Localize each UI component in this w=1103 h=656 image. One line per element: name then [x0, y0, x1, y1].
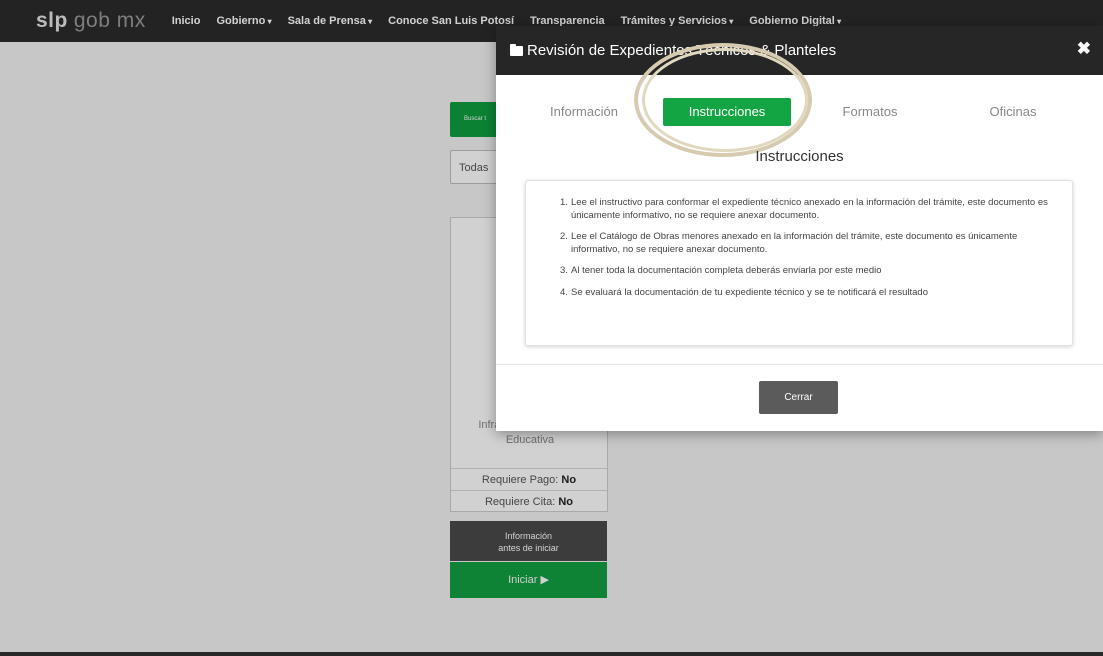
modal-footer-divider [496, 364, 1103, 365]
list-item-number: 1. [560, 197, 568, 208]
list-item: 4. Se evaluará la documentación de tu ex… [560, 287, 1050, 300]
close-button[interactable]: Cerrar [759, 381, 838, 414]
list-item-text: Lee el instructivo para conformar el exp… [571, 197, 1048, 221]
modal-title: Revisión de Expedientes Técnicos & Plant… [527, 42, 837, 59]
tab-instrucciones[interactable]: Instrucciones [663, 98, 791, 126]
instructions-list: 1. Lee el instructivo para conformar el … [560, 197, 1050, 308]
folder-icon [510, 43, 523, 56]
section-title: Instrucciones [755, 148, 844, 165]
list-item-number: 4. [560, 286, 568, 298]
close-icon[interactable]: ✖ [1077, 39, 1091, 59]
modal-tabs: Información Instrucciones Formatos Ofici… [496, 98, 1103, 128]
modal-header: Revisión de Expedientes Técnicos & Plant… [496, 26, 1103, 75]
tab-oficinas[interactable]: Oficinas [963, 98, 1063, 126]
list-item-text: Lee el Catálogo de Obras menores anexado… [571, 231, 1018, 255]
list-item-number: 2. [560, 231, 568, 242]
modal-dialog: Revisión de Expedientes Técnicos & Plant… [496, 26, 1103, 431]
list-item: 3. Al tener toda la documentación comple… [560, 265, 1050, 278]
list-item: 2. Lee el Catálogo de Obras menores anex… [560, 231, 1050, 256]
list-item: 1. Lee el instructivo para conformar el … [560, 197, 1050, 222]
tab-formatos[interactable]: Formatos [820, 98, 920, 126]
list-item-text: Al tener toda la documentación completa … [571, 265, 882, 276]
list-item-text: Se evaluará la documentación de tu exped… [571, 286, 929, 298]
tab-informacion[interactable]: Información [534, 98, 634, 126]
list-item-number: 3. [560, 265, 568, 276]
instructions-panel: 1. Lee el instructivo para conformar el … [525, 180, 1073, 346]
